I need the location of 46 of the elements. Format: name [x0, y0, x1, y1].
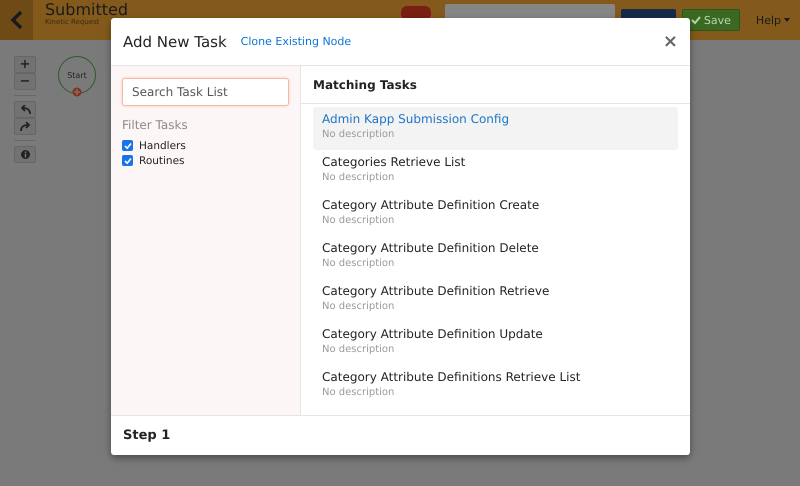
task-name: Category Attribute Definition Create — [322, 198, 540, 212]
add-node-icon[interactable] — [72, 87, 82, 97]
checkbox-label: Handlers — [139, 140, 186, 152]
checkbox[interactable] — [122, 155, 133, 166]
zoom-in-button[interactable]: + — [14, 56, 36, 73]
task-description: No description — [322, 215, 396, 226]
back-button[interactable] — [0, 0, 33, 40]
step-label: Step 1 — [123, 428, 170, 443]
info-icon — [20, 150, 30, 159]
task-name: Category Attribute Definition Delete — [322, 241, 540, 255]
task-name: Category Attribute Definition Retrieve — [322, 284, 550, 298]
task-name: Admin Kapp Submission Config — [322, 112, 510, 126]
redo-button[interactable] — [14, 118, 36, 135]
dialog-title: Add New Task — [123, 32, 227, 50]
checkbox-label: Routines — [139, 154, 185, 166]
task-item[interactable]: Category Attribute Definition Update No description — [313, 322, 678, 365]
save-button[interactable]: Save — [682, 9, 740, 31]
task-item[interactable]: Categories Retrieve List No description — [313, 150, 678, 193]
task-name: Category Attribute Definitions Retrieve List — [322, 370, 582, 384]
zoom-out-button[interactable]: − — [14, 73, 36, 90]
task-name: Categories Retrieve List — [322, 155, 466, 169]
task-name: Category Attribute Definition Update — [322, 327, 544, 341]
task-item[interactable]: Category Attribute Definition Create No description — [313, 193, 678, 236]
undo-button[interactable] — [14, 101, 36, 118]
task-description: No description — [322, 172, 396, 183]
info-button[interactable] — [14, 146, 36, 163]
checkbox[interactable] — [122, 140, 133, 151]
undo-icon — [20, 105, 30, 114]
check-icon — [690, 15, 701, 25]
task-item[interactable]: Category Attribute Definitions Retrieve List No description — [313, 365, 678, 408]
search-field[interactable]: Search Task List — [122, 78, 289, 106]
filter-heading: Filter Tasks — [122, 118, 189, 132]
task-item[interactable]: Category Attribute Definition Delete No description — [313, 236, 678, 279]
chevron-left-icon — [10, 10, 24, 30]
task-description: No description — [322, 129, 396, 140]
task-description: No description — [322, 344, 396, 355]
task-description: No description — [322, 387, 396, 398]
list-heading: Matching Tasks — [301, 66, 690, 104]
task-description: No description — [322, 301, 396, 312]
task-item[interactable]: Admin Kapp Submission Config No description — [313, 107, 678, 150]
task-item[interactable]: Category Attribute Definition Retrieve No description — [313, 279, 678, 322]
close-button[interactable]: × — [662, 31, 678, 52]
clone-existing-node-link[interactable]: Clone Existing Node — [240, 35, 352, 48]
task-description: No description — [322, 258, 396, 269]
redo-icon — [20, 122, 30, 131]
page-title: Submitted — [45, 1, 128, 18]
